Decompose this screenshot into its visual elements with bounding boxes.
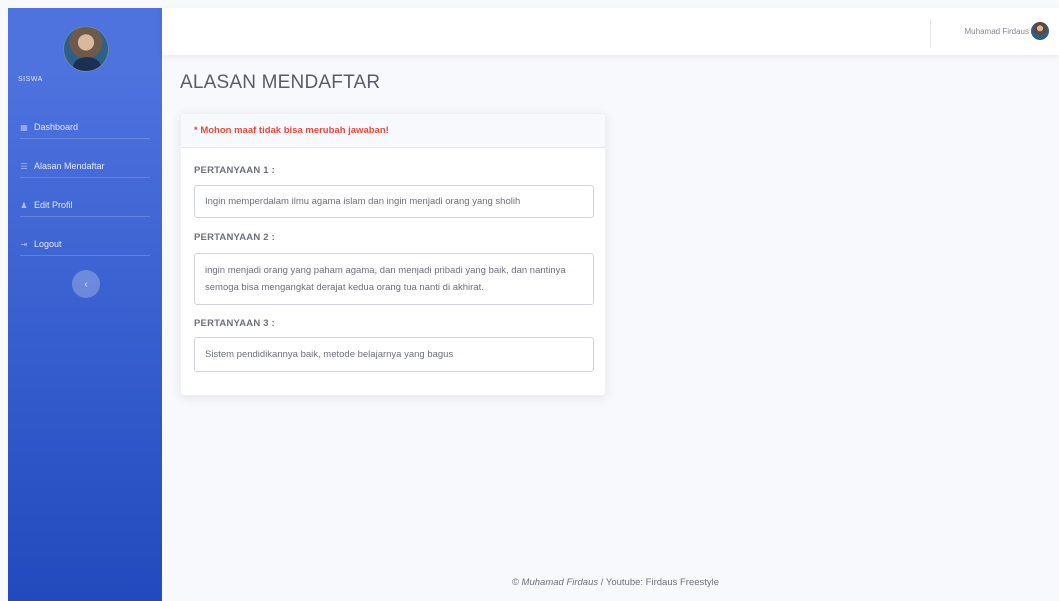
sidebar-item-edit-profil[interactable]: ♟ Edit Profil: [8, 186, 162, 224]
footer-author: © Muhamad Firdaus: [511, 577, 599, 588]
answer-text-3: Sistem pendidikannya baik, metode belaja…: [205, 349, 454, 360]
topbar-divider: [930, 18, 931, 48]
user-avatar[interactable]: [1031, 22, 1049, 40]
sidebar-divider: [20, 255, 150, 256]
sidebar-item-logout[interactable]: ⇥ Logout: [8, 225, 162, 263]
brand-avatar: [63, 26, 109, 72]
topbar: Muhamad Firdaus: [162, 8, 1059, 55]
answer-text-1: Ingin memperdalam ilmu agama islam dan i…: [205, 196, 521, 207]
page-title: ALASAN MENDAFTAR: [180, 72, 381, 93]
answer-box-3: Sistem pendidikannya baik, metode belaja…: [194, 337, 594, 372]
chevron-left-icon: ‹: [84, 278, 88, 290]
sidebar-divider: [20, 216, 150, 217]
user-icon: ♟: [20, 200, 28, 210]
sidebar: SISWA ▦ Dashboard ☰ Alasan Mendaftar ♟ E…: [8, 8, 162, 601]
sidebar-item-label: Alasan Mendaftar: [34, 161, 105, 171]
dashboard-icon: ▦: [20, 122, 28, 132]
answers-card: * Mohon maaf tidak bisa merubah jawaban!…: [180, 113, 606, 396]
card-header: * Mohon maaf tidak bisa merubah jawaban!: [181, 114, 605, 148]
sidebar-item-alasan-mendaftar[interactable]: ☰ Alasan Mendaftar: [8, 147, 162, 185]
user-name[interactable]: Muhamad Firdaus: [965, 27, 1029, 36]
answer-text-2: ingin menjadi orang yang paham agama, da…: [205, 265, 566, 293]
footer-youtube: / Youtube: Firdaus Freestyle: [598, 577, 720, 588]
question-label-2: PERTANYAAN 2 :: [194, 232, 275, 243]
answer-box-2: ingin menjadi orang yang paham agama, da…: [194, 253, 594, 305]
sidebar-item-label: Logout: [34, 239, 62, 249]
question-label-3: PERTANYAAN 3 :: [194, 318, 275, 329]
brand-label: SISWA: [18, 76, 43, 83]
sidebar-divider: [20, 138, 150, 139]
sidebar-divider: [20, 177, 150, 178]
footer: © Muhamad Firdaus / Youtube: Firdaus Fre…: [162, 577, 1059, 588]
sidebar-item-label: Edit Profil: [34, 200, 73, 210]
sidebar-item-dashboard[interactable]: ▦ Dashboard: [8, 108, 162, 146]
warning-text: * Mohon maaf tidak bisa merubah jawaban!: [194, 125, 389, 136]
logout-icon: ⇥: [20, 239, 28, 249]
question-label-1: PERTANYAAN 1 :: [194, 165, 275, 176]
sidebar-toggle-button[interactable]: ‹: [72, 270, 100, 298]
sidebar-item-label: Dashboard: [34, 122, 79, 132]
answer-box-1: Ingin memperdalam ilmu agama islam dan i…: [194, 185, 594, 218]
sidebar-brand[interactable]: SISWA: [8, 8, 162, 100]
list-icon: ☰: [20, 161, 28, 171]
